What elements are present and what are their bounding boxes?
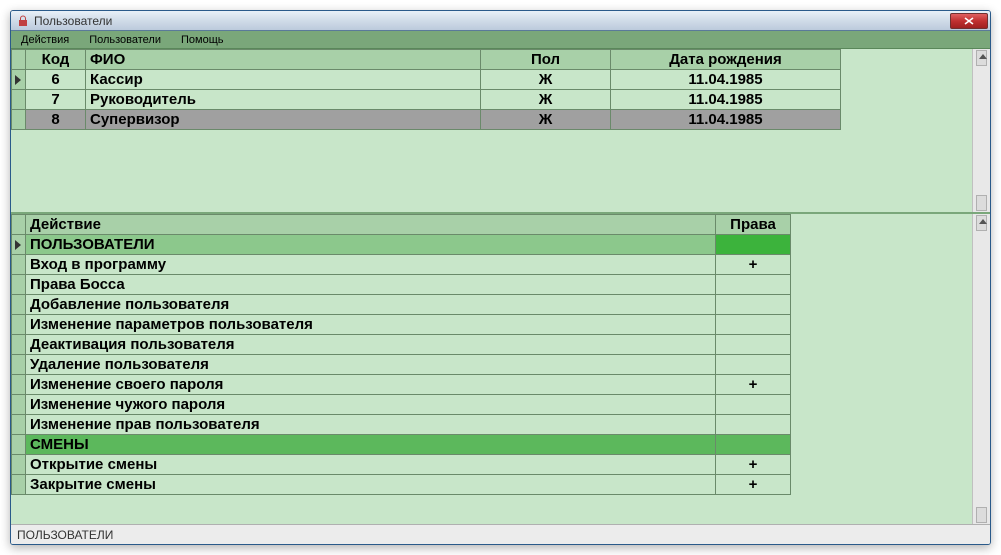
cell-right[interactable] [716,275,791,295]
cell-code[interactable]: 8 [26,110,86,130]
table-row[interactable]: Изменение параметров пользователя [12,315,791,335]
cell-code[interactable]: 6 [26,70,86,90]
col-header-sex[interactable]: Пол [481,50,611,70]
col-header-name[interactable]: ФИО [86,50,481,70]
row-handle[interactable] [12,235,26,255]
rights-pane: Действие Права ПОЛЬЗОВАТЕЛИВход в програ… [11,214,990,544]
cell-right[interactable] [716,395,791,415]
cell-dob[interactable]: 11.04.1985 [611,110,841,130]
cell-action[interactable]: Удаление пользователя [26,355,716,375]
row-handle[interactable] [12,315,26,335]
section-row[interactable]: ПОЛЬЗОВАТЕЛИ [12,235,791,255]
row-handle[interactable] [12,395,26,415]
titlebar[interactable]: Пользователи [11,11,990,31]
row-handle[interactable] [12,355,26,375]
row-handle[interactable] [12,475,26,495]
users-scrollbar[interactable] [972,49,990,212]
row-handle[interactable] [12,435,26,455]
menu-users[interactable]: Пользователи [79,34,171,46]
cell-action[interactable]: Права Босса [26,275,716,295]
col-header-action[interactable]: Действие [26,215,716,235]
close-button[interactable] [950,13,988,29]
col-header-right[interactable]: Права [716,215,791,235]
cell-action[interactable]: Изменение чужого пароля [26,395,716,415]
cell-name[interactable]: Супервизор [86,110,481,130]
row-handle[interactable] [12,110,26,130]
cell-action[interactable]: Изменение своего пароля [26,375,716,395]
statusbar: ПОЛЬЗОВАТЕЛИ [11,524,990,544]
cell-action[interactable]: Открытие смены [26,455,716,475]
cell-right[interactable]: + [716,455,791,475]
cell-sex[interactable]: Ж [481,90,611,110]
scroll-up-icon [979,54,987,59]
users-table[interactable]: Код ФИО Пол Дата рождения 6КассирЖ11.04.… [11,49,841,130]
cell-action[interactable]: СМЕНЫ [26,435,716,455]
row-handle[interactable] [12,455,26,475]
cell-dob[interactable]: 11.04.1985 [611,90,841,110]
scroll-down-icon [979,202,987,207]
table-row[interactable]: 6КассирЖ11.04.1985 [12,70,841,90]
cell-right[interactable] [716,335,791,355]
rights-scrollbar[interactable] [972,214,990,524]
menu-help[interactable]: Помощь [171,34,234,46]
status-text: ПОЛЬЗОВАТЕЛИ [17,528,113,542]
row-handle[interactable] [12,375,26,395]
cell-right[interactable]: + [716,475,791,495]
cell-right[interactable] [716,315,791,335]
table-row[interactable]: Деактивация пользователя [12,335,791,355]
cell-action[interactable]: Добавление пользователя [26,295,716,315]
menu-actions[interactable]: Действия [11,34,79,46]
col-header-dob[interactable]: Дата рождения [611,50,841,70]
row-handle[interactable] [12,90,26,110]
row-handle[interactable] [12,335,26,355]
cell-sex[interactable]: Ж [481,70,611,90]
cell-action[interactable]: ПОЛЬЗОВАТЕЛИ [26,235,716,255]
row-handle[interactable] [12,415,26,435]
section-row[interactable]: СМЕНЫ [12,435,791,455]
table-row[interactable]: Открытие смены+ [12,455,791,475]
cell-right[interactable] [716,435,791,455]
cell-name[interactable]: Руководитель [86,90,481,110]
table-row[interactable]: Удаление пользователя [12,355,791,375]
cell-sex[interactable]: Ж [481,110,611,130]
cell-action[interactable]: Вход в программу [26,255,716,275]
menubar: Действия Пользователи Помощь [11,31,990,49]
table-row[interactable]: 7РуководительЖ11.04.1985 [12,90,841,110]
cell-right[interactable]: + [716,375,791,395]
table-row[interactable]: Изменение своего пароля+ [12,375,791,395]
cell-action[interactable]: Изменение прав пользователя [26,415,716,435]
window-title: Пользователи [34,14,950,28]
rights-table[interactable]: Действие Права ПОЛЬЗОВАТЕЛИВход в програ… [11,214,791,495]
table-row[interactable]: Закрытие смены+ [12,475,791,495]
row-handle-header [12,215,26,235]
row-handle[interactable] [12,70,26,90]
cell-action[interactable]: Закрытие смены [26,475,716,495]
table-row[interactable]: Вход в программу+ [12,255,791,275]
row-handle-header [12,50,26,70]
row-handle[interactable] [12,275,26,295]
row-handle[interactable] [12,295,26,315]
table-row[interactable]: Добавление пользователя [12,295,791,315]
row-handle[interactable] [12,255,26,275]
cell-right[interactable] [716,295,791,315]
table-row[interactable]: 8СупервизорЖ11.04.1985 [12,110,841,130]
col-header-code[interactable]: Код [26,50,86,70]
app-window: Пользователи Действия Пользователи Помощ… [10,10,991,545]
cell-action[interactable]: Деактивация пользователя [26,335,716,355]
table-row[interactable]: Права Босса [12,275,791,295]
cell-name[interactable]: Кассир [86,70,481,90]
table-row[interactable]: Изменение чужого пароля [12,395,791,415]
cell-right[interactable] [716,415,791,435]
lock-icon [16,14,30,28]
cell-right[interactable]: + [716,255,791,275]
cell-code[interactable]: 7 [26,90,86,110]
cell-right[interactable] [716,235,791,255]
scroll-up-icon [979,219,987,224]
users-pane: Код ФИО Пол Дата рождения 6КассирЖ11.04.… [11,49,990,214]
scroll-down-icon [979,514,987,519]
cell-action[interactable]: Изменение параметров пользователя [26,315,716,335]
cell-right[interactable] [716,355,791,375]
cell-dob[interactable]: 11.04.1985 [611,70,841,90]
table-row[interactable]: Изменение прав пользователя [12,415,791,435]
